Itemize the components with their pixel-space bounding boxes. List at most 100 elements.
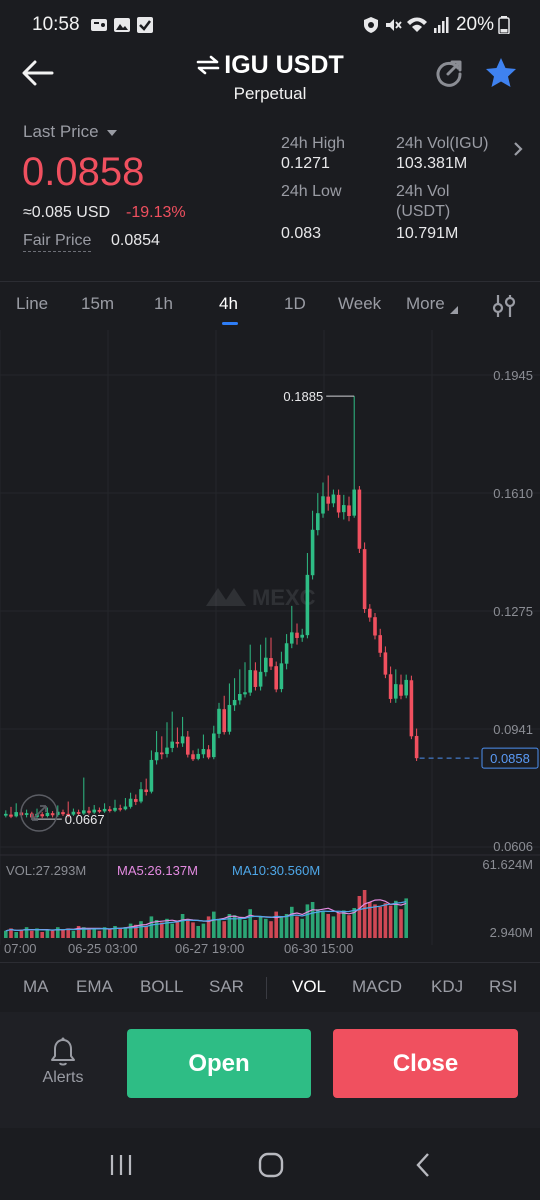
volume-bar <box>180 914 185 938</box>
candle-body <box>24 813 29 815</box>
alerts-button[interactable]: Alerts <box>0 1012 126 1128</box>
back-icon[interactable] <box>414 1152 432 1178</box>
time-tick: 06-27 19:00 <box>175 941 244 956</box>
candle-body <box>352 489 356 516</box>
candle-body <box>222 709 226 733</box>
volume-bar <box>238 917 242 938</box>
volume-bar <box>347 915 351 938</box>
candle-body <box>238 694 242 701</box>
volume-bar <box>50 930 55 938</box>
indicator-rsi[interactable]: RSI <box>489 977 517 997</box>
candle-body <box>414 735 419 759</box>
volume-bar <box>201 923 206 938</box>
time-axis: 07:00 06-25 03:00 06-27 19:00 06-30 15:0… <box>4 941 353 956</box>
volume-bar <box>290 906 294 938</box>
low-label: 24h Low <box>281 183 342 200</box>
indicator-ma[interactable]: MA <box>23 977 49 997</box>
candle-body <box>175 741 180 744</box>
refresh-icon[interactable] <box>434 58 464 88</box>
tab-line[interactable]: Line <box>16 294 48 314</box>
volume-bar <box>170 923 174 938</box>
wifi-icon <box>407 17 427 32</box>
candle-body <box>253 670 258 687</box>
tab-week[interactable]: Week <box>338 294 381 314</box>
home-icon[interactable] <box>258 1152 284 1178</box>
open-button[interactable]: Open <box>127 1029 311 1098</box>
mute-icon <box>386 19 402 31</box>
vol-igu-label: 24h Vol(IGU) <box>396 135 489 152</box>
candle-body <box>108 809 112 812</box>
pair-header: IGU USDT Perpetual <box>0 44 540 114</box>
volume-bar <box>399 909 403 938</box>
candle-body <box>160 752 164 755</box>
chart-settings-icon[interactable] <box>490 292 518 320</box>
vol-usdt-value: 10.791M <box>396 225 459 242</box>
change-percent: -19.13% <box>126 204 186 221</box>
tab-1d[interactable]: 1D <box>284 294 306 314</box>
star-icon[interactable] <box>484 56 518 90</box>
candle-body <box>269 658 273 667</box>
indicator-sar[interactable]: SAR <box>209 977 244 997</box>
volume-bar <box>295 916 299 938</box>
candle-body <box>336 494 341 513</box>
volume-bar <box>128 923 133 938</box>
chevron-right-icon[interactable] <box>512 140 524 158</box>
high-value: 0.1271 <box>281 155 330 172</box>
volume-bar <box>394 900 398 938</box>
vol-usdt-label-unit: (USDT) <box>396 203 451 220</box>
current-price-tag: 0.0858 <box>490 751 530 766</box>
candle-body <box>180 736 185 744</box>
candle-body <box>212 733 216 758</box>
indicator-kdj[interactable]: KDJ <box>431 977 463 997</box>
volume-bar <box>222 921 226 938</box>
watermark: MEXC <box>206 585 316 610</box>
volume-bar <box>40 932 44 938</box>
candle-body <box>274 666 278 690</box>
candle-body <box>232 700 237 706</box>
indicator-ema[interactable]: EMA <box>76 977 113 997</box>
indicator-vol[interactable]: VOL <box>292 977 326 997</box>
volume-bar <box>45 929 50 938</box>
volume-bar <box>258 916 263 938</box>
volume-bar <box>206 916 211 938</box>
vol-usdt-label: 24h Vol <box>396 183 450 200</box>
tab-15m[interactable]: 15m <box>81 294 114 314</box>
recent-apps-icon[interactable] <box>108 1153 134 1177</box>
indicator-tabs: MA EMA BOLL SAR VOL MACD KDJ RSI <box>0 965 540 1011</box>
volume-bar <box>144 926 148 938</box>
check-icon <box>137 17 153 33</box>
fair-price-label[interactable]: Fair Price <box>23 232 92 252</box>
candle-body <box>165 747 169 754</box>
tab-more[interactable]: More <box>406 294 445 314</box>
market-stats: Last Price 0.0858 ≈0.085 USD -19.13% Fai… <box>0 118 540 278</box>
volume-bar <box>113 926 117 938</box>
vpn-icon <box>364 17 378 33</box>
candle-body <box>368 608 372 618</box>
candle-body <box>206 749 211 758</box>
volume-bar <box>264 918 268 938</box>
indicator-macd[interactable]: MACD <box>352 977 402 997</box>
candle-body <box>248 670 252 693</box>
volume-bar <box>76 926 81 938</box>
close-button[interactable]: Close <box>333 1029 518 1098</box>
volume-bar <box>300 918 304 938</box>
candle-body <box>295 632 299 638</box>
volume-bar <box>357 896 362 938</box>
status-bar: 10:58 20% <box>0 0 540 50</box>
usd-equivalent: ≈0.085 USD <box>23 204 111 221</box>
last-price-selector[interactable]: Last Price <box>23 122 118 142</box>
indicator-boll[interactable]: BOLL <box>140 977 183 997</box>
swap-icon <box>196 56 220 75</box>
tab-4h[interactable]: 4h <box>219 294 238 314</box>
volume-bar <box>305 904 310 938</box>
candle-body <box>404 679 408 696</box>
volume-bar <box>269 921 273 938</box>
tab-1h[interactable]: 1h <box>154 294 173 314</box>
candle-body <box>310 529 315 576</box>
volume-bar <box>97 930 102 938</box>
ma10-label: MA10:30.560M <box>232 863 320 878</box>
price-chart[interactable]: MEXC 0.1945 0.1610 0.1275 0.0941 0.0606 … <box>0 330 540 960</box>
volume-bar <box>321 911 325 938</box>
signal-icon <box>434 17 449 33</box>
price-axis: 0.1945 0.1610 0.1275 0.0941 0.0606 <box>493 368 533 854</box>
